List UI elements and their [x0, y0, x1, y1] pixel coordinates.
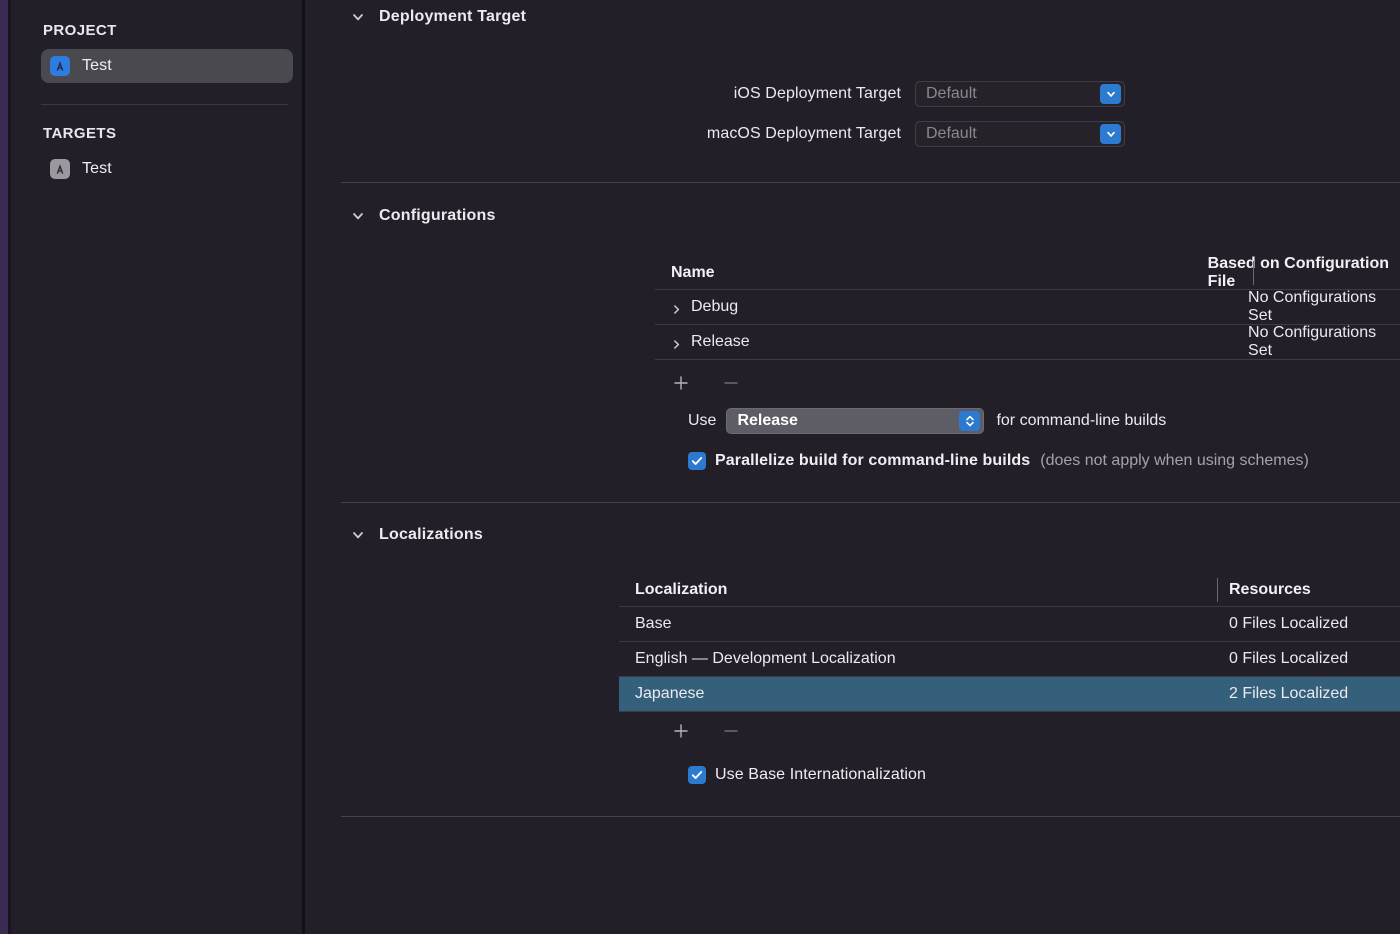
for-command-line-builds-label: for command-line builds [996, 412, 1167, 429]
column-header-resources: Resources [1229, 581, 1311, 598]
use-label: Use [688, 412, 717, 429]
parallelize-build-note: (does not apply when using schemes) [1040, 452, 1309, 469]
sidebar-item-label: Test [82, 160, 112, 177]
ios-deployment-target-row: iOS Deployment Target Default [305, 78, 1400, 110]
configuration-based-on: No Configurations Set [1248, 289, 1377, 324]
chevron-down-icon [351, 10, 365, 24]
chevron-down-icon [351, 209, 365, 223]
section-header-configurations[interactable]: Configurations [305, 199, 1400, 233]
column-header-name: Name [671, 264, 715, 281]
section-header-localizations[interactable]: Localizations [305, 518, 1400, 552]
use-base-internationalization-label: Use Base Internationalization [715, 766, 927, 783]
command-line-configuration-value: Release [737, 412, 798, 429]
localization-name: English — Development Localization [635, 650, 896, 667]
configurations-table: Name Based on Configuration File Debug N… [655, 255, 1400, 360]
sidebar-targets-header: TARGETS [43, 125, 117, 142]
use-base-internationalization-checkbox[interactable] [688, 766, 706, 784]
remove-configuration-button[interactable] [718, 372, 744, 394]
section-title: Localizations [379, 526, 483, 543]
xcode-project-settings-window: PROJECT Test TARGETS Test Deployment Tar… [0, 0, 1400, 934]
project-targets-sidebar: PROJECT Test TARGETS Test [11, 0, 302, 934]
chevron-down-icon [1100, 84, 1121, 104]
section-separator [341, 816, 1400, 817]
settings-content-pane: Deployment Target iOS Deployment Target … [305, 0, 1400, 934]
localization-name: Base [635, 615, 672, 632]
macos-deployment-target-label: macOS Deployment Target [706, 125, 901, 142]
chevron-up-down-icon [959, 411, 981, 431]
column-divider [1217, 578, 1218, 602]
localization-resources: 0 Files Localized [1229, 650, 1349, 667]
sidebar-project-header: PROJECT [43, 22, 117, 39]
macos-deployment-target-value: Default [926, 125, 977, 142]
section-separator [341, 502, 1400, 503]
command-line-build-configuration-row: Use Release for command-line builds [305, 406, 1400, 436]
column-header-localization: Localization [635, 581, 728, 598]
section-separator [341, 182, 1400, 183]
section-title: Configurations [379, 207, 496, 224]
chevron-down-icon [1100, 124, 1121, 144]
localizations-add-remove-bar [305, 716, 1400, 746]
window-edge-strip [0, 0, 8, 934]
section-header-deployment-target[interactable]: Deployment Target [305, 0, 1400, 34]
macos-deployment-target-row: macOS Deployment Target Default [305, 118, 1400, 150]
ios-deployment-target-label: iOS Deployment Target [733, 85, 901, 102]
parallelize-build-checkbox[interactable] [688, 452, 706, 470]
parallelize-build-label: Parallelize build for command-line build… [715, 452, 1031, 469]
localizations-table: Localization Resources Base 0 Files Loca… [619, 574, 1400, 712]
xcode-target-icon [50, 159, 70, 179]
column-header-based-on: Based on Configuration File [1207, 255, 1389, 290]
section-title: Deployment Target [379, 8, 527, 25]
sidebar-item-project-test[interactable]: Test [41, 49, 293, 83]
table-row[interactable]: English — Development Localization 0 Fil… [619, 641, 1400, 676]
configurations-add-remove-bar [305, 368, 1400, 398]
localization-resources: 0 Files Localized [1229, 615, 1349, 632]
ios-deployment-target-popup[interactable]: Default [915, 81, 1125, 107]
sidebar-divider [41, 104, 288, 105]
parallelize-build-row[interactable]: Parallelize build for command-line build… [305, 446, 1400, 476]
configuration-name: Release [691, 333, 750, 350]
localizations-table-header: Localization Resources [619, 574, 1400, 606]
table-row[interactable]: Base 0 Files Localized [619, 606, 1400, 641]
sidebar-item-target-test[interactable]: Test [41, 152, 293, 186]
add-configuration-button[interactable] [668, 372, 694, 394]
localization-name: Japanese [635, 685, 705, 702]
ios-deployment-target-value: Default [926, 85, 977, 102]
command-line-configuration-popup[interactable]: Release [726, 408, 985, 434]
use-base-internationalization-row[interactable]: Use Base Internationalization [305, 760, 1400, 790]
localization-resources: 2 Files Localized [1229, 685, 1349, 702]
sidebar-item-label: Test [82, 57, 112, 74]
remove-localization-button[interactable] [718, 720, 744, 742]
configuration-name: Debug [691, 298, 739, 315]
add-localization-button[interactable] [668, 720, 694, 742]
table-row[interactable]: Debug No Configurations Set [655, 289, 1400, 324]
column-divider [1253, 261, 1254, 285]
table-row[interactable]: Release No Configurations Set [655, 324, 1400, 360]
configurations-table-header: Name Based on Configuration File [655, 255, 1400, 290]
configuration-based-on: No Configurations Set [1248, 324, 1377, 359]
chevron-right-icon[interactable] [671, 302, 682, 314]
chevron-right-icon[interactable] [671, 337, 682, 349]
macos-deployment-target-popup[interactable]: Default [915, 121, 1125, 147]
chevron-down-icon [351, 528, 365, 542]
xcode-app-icon [50, 56, 70, 76]
table-row[interactable]: Japanese 2 Files Localized [619, 676, 1400, 712]
